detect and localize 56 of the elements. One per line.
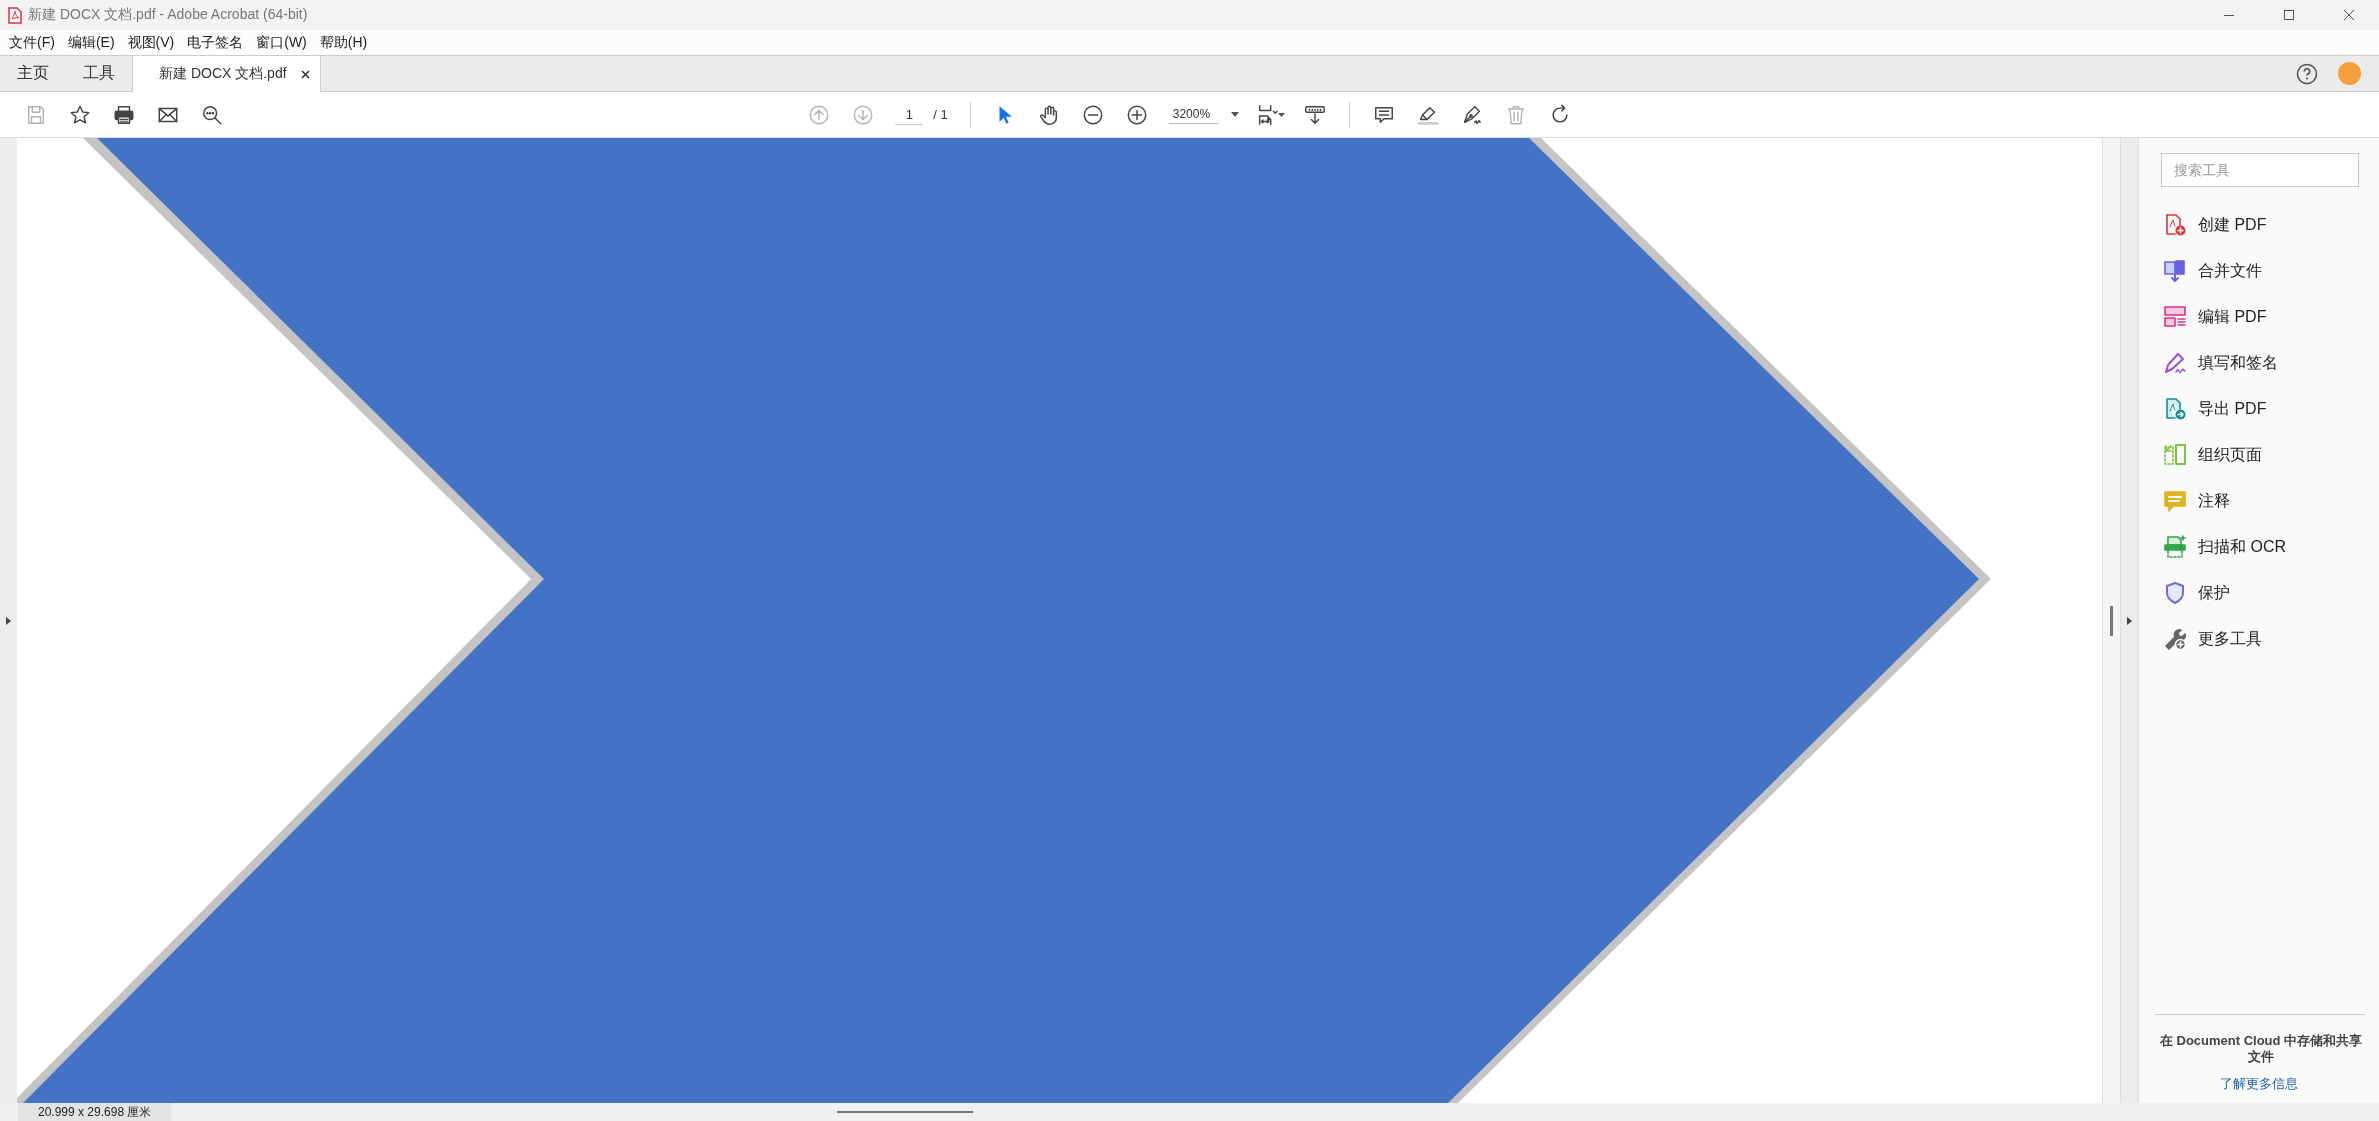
- zoom-out-icon: [1081, 103, 1104, 126]
- star-icon: [69, 103, 91, 126]
- tool-item[interactable]: 导出 PDF: [2139, 386, 2379, 432]
- shield-icon: [2163, 581, 2187, 605]
- horizontal-scrollbar-thumb[interactable]: [837, 1111, 974, 1113]
- fit-page-icon: [1256, 103, 1279, 126]
- zoom-in-icon: [1125, 103, 1148, 126]
- tool-item[interactable]: 扫描和 OCR: [2139, 524, 2379, 570]
- close-tab-icon[interactable]: [300, 69, 310, 79]
- save-icon: [25, 103, 47, 126]
- pdf-logo-icon: [8, 6, 22, 24]
- caret-icon: [1278, 112, 1286, 117]
- tab[interactable]: 工具: [66, 56, 132, 91]
- help-icon[interactable]: [2296, 62, 2318, 85]
- hand-icon: [1037, 103, 1060, 126]
- tool-item[interactable]: 填写和签名: [2139, 340, 2379, 386]
- tool-item[interactable]: 组织页面: [2139, 432, 2379, 478]
- tab[interactable]: 主页: [0, 56, 66, 91]
- pdf-add-icon: [2163, 213, 2187, 237]
- pdf-export-icon: [2163, 397, 2187, 421]
- tool-item[interactable]: 合并文件: [2139, 248, 2379, 294]
- scrollbar-thumb[interactable]: [2110, 605, 2113, 636]
- menu-item[interactable]: 编辑(E): [62, 33, 123, 52]
- menu-item[interactable]: 帮助(H): [314, 33, 376, 52]
- tool-item[interactable]: 注释: [2139, 478, 2379, 524]
- search-tools-field[interactable]: 搜索工具: [2161, 153, 2359, 187]
- combine-files-icon: [2163, 259, 2187, 283]
- menu-item[interactable]: 电子签名: [182, 33, 252, 52]
- tool-item[interactable]: 保护: [2139, 570, 2379, 616]
- caret-icon[interactable]: [1230, 112, 1239, 117]
- window-title: 新建 DOCX 文档.pdf - Adobe Acrobat (64-bit): [28, 6, 309, 24]
- maximize-icon[interactable]: [2282, 8, 2296, 22]
- tool-item[interactable]: 更多工具: [2139, 616, 2379, 662]
- page-layout-icon: [2163, 305, 2187, 329]
- cloud-promo-text: 在 Document Cloud 中存储和共享文件: [2158, 1031, 2364, 1065]
- menu-item[interactable]: 窗口(W): [251, 33, 315, 52]
- printer-icon: [113, 103, 135, 126]
- scanner-icon: [2163, 535, 2187, 559]
- search-icon: [201, 103, 223, 126]
- tab[interactable]: 新建 DOCX 文档.pdf: [132, 56, 321, 92]
- menu-item[interactable]: 文件(F): [4, 33, 63, 52]
- collapse-arrow-icon[interactable]: [2127, 616, 2132, 625]
- page-size-label: 20.999 x 29.698 厘米: [18, 1103, 172, 1121]
- comment-icon: [2163, 489, 2187, 513]
- zoom-field[interactable]: 3200%: [1168, 105, 1219, 124]
- page-count: / 1: [933, 107, 948, 122]
- tool-item[interactable]: 创建 PDF: [2139, 202, 2379, 248]
- tool-item[interactable]: 编辑 PDF: [2139, 294, 2379, 340]
- expand-arrow-icon[interactable]: [6, 616, 11, 625]
- pages-icon: [2163, 443, 2187, 467]
- ruler-arrow-icon: [1303, 103, 1326, 126]
- close-icon[interactable]: [2342, 8, 2356, 22]
- wrench-add-icon: [2163, 627, 2187, 651]
- learn-more-link[interactable]: 了解更多信息: [2220, 1076, 2298, 1091]
- menu-item[interactable]: 视图(V): [122, 33, 183, 52]
- signature-pen-icon: [2163, 351, 2187, 375]
